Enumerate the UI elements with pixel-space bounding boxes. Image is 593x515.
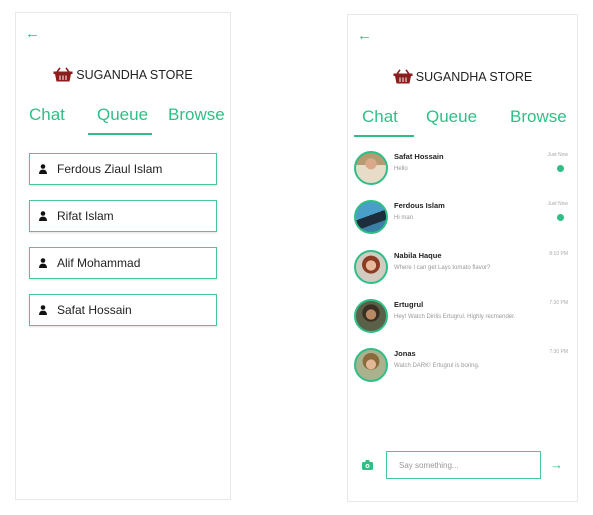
store-brand: SUGANDHA STORE	[16, 67, 230, 82]
tab-chat[interactable]: Chat	[362, 107, 398, 127]
store-brand: SUGANDHA STORE	[348, 69, 577, 84]
camera-icon[interactable]	[362, 460, 373, 470]
chat-timestamp: Just Now	[547, 201, 568, 207]
chat-timestamp: 8:10 PM	[549, 251, 568, 257]
active-tab-indicator	[354, 135, 414, 137]
chat-contact-name: Jonas	[394, 349, 416, 358]
message-input[interactable]	[386, 451, 541, 479]
person-icon	[39, 164, 47, 174]
tab-bar: Chat Queue Browse	[28, 105, 225, 135]
unread-indicator	[557, 214, 564, 221]
chat-timestamp: 7:30 PM	[549, 300, 568, 306]
chat-timestamp: Just Now	[547, 152, 568, 158]
queue-item[interactable]: Safat Hossain	[29, 294, 217, 326]
queue-item-name: Rifat Islam	[57, 209, 114, 223]
tab-bar: Chat Queue Browse	[354, 107, 571, 137]
chat-list-item[interactable]: Jonas Watch DARK! Ertugrul is boring. 7:…	[354, 348, 571, 388]
person-icon	[39, 258, 47, 268]
queue-item-name: Ferdous Ziaul Islam	[57, 162, 163, 176]
queue-item[interactable]: Rifat Islam	[29, 200, 217, 232]
send-arrow-icon[interactable]: →	[550, 457, 563, 472]
chat-timestamp: 7:30 PM	[549, 349, 568, 355]
queue-item[interactable]: Alif Mohammad	[29, 247, 217, 279]
person-icon	[39, 211, 47, 221]
store-name: SUGANDHA STORE	[76, 68, 193, 82]
tab-queue[interactable]: Queue	[426, 107, 477, 127]
chat-list-item[interactable]: Ertugrul Hey! Watch Dirilis Ertugrul. Hi…	[354, 299, 571, 339]
tab-queue[interactable]: Queue	[97, 105, 148, 125]
unread-indicator	[557, 165, 564, 172]
queue-item-name: Alif Mohammad	[57, 256, 141, 270]
avatar	[354, 151, 388, 185]
chat-list-item[interactable]: Safat Hossain Hello Just Now	[354, 151, 571, 191]
chat-contact-name: Nabila Haque	[394, 251, 442, 260]
chat-screen: ← SUGANDHA STORE Chat Queue Browse Safat…	[347, 14, 578, 502]
chat-last-message: Hi man	[394, 215, 414, 221]
chat-last-message: Where I can get Lays tomato flavor?	[394, 265, 491, 271]
store-name: SUGANDHA STORE	[415, 70, 533, 84]
active-tab-indicator	[88, 133, 152, 135]
chat-contact-name: Safat Hossain	[394, 152, 444, 161]
queue-item-name: Safat Hossain	[57, 303, 132, 317]
avatar	[354, 299, 388, 333]
tab-browse[interactable]: Browse	[168, 105, 225, 125]
queue-screen: ← SUGANDHA STORE Chat Queue Browse Ferdo…	[15, 12, 231, 500]
back-arrow-icon[interactable]: ←	[25, 26, 40, 41]
chat-contact-name: Ertugrul	[394, 300, 424, 309]
back-arrow-icon[interactable]: ←	[357, 28, 372, 43]
tab-chat[interactable]: Chat	[29, 105, 65, 125]
basket-icon	[393, 69, 413, 84]
person-icon	[39, 305, 47, 315]
avatar	[354, 348, 388, 382]
chat-last-message: Hello	[394, 166, 408, 172]
chat-last-message: Hey! Watch Dirilis Ertugrul. Highly recm…	[394, 314, 516, 320]
queue-item[interactable]: Ferdous Ziaul Islam	[29, 153, 217, 185]
chat-list-item[interactable]: Ferdous Islam Hi man Just Now	[354, 200, 571, 240]
tab-browse[interactable]: Browse	[510, 107, 567, 127]
message-composer: →	[356, 451, 569, 481]
chat-contact-name: Ferdous Islam	[394, 201, 445, 210]
avatar	[354, 200, 388, 234]
basket-icon	[53, 67, 73, 82]
avatar	[354, 250, 388, 284]
chat-list-item[interactable]: Nabila Haque Where I can get Lays tomato…	[354, 250, 571, 290]
chat-last-message: Watch DARK! Ertugrul is boring.	[394, 363, 480, 369]
